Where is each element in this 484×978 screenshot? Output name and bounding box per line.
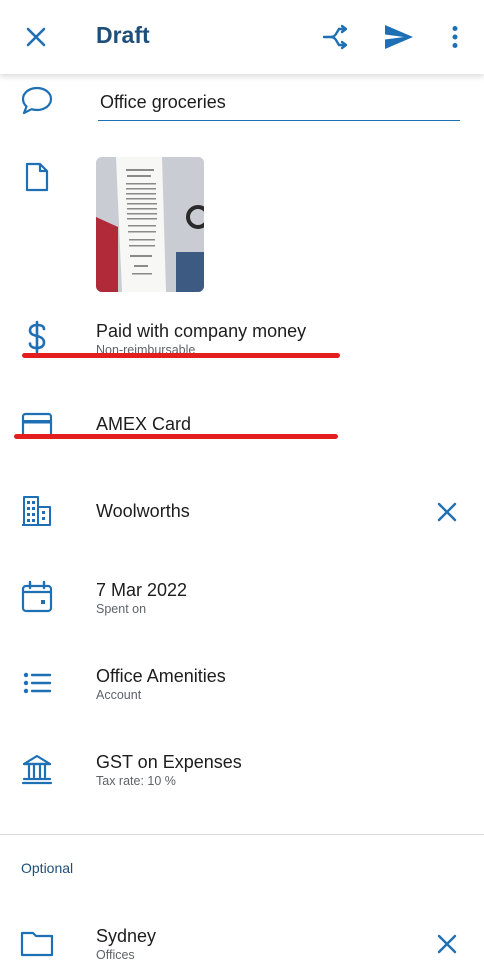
more-vert-icon[interactable] — [440, 0, 470, 74]
clear-location-icon[interactable] — [430, 927, 464, 961]
document-icon — [18, 158, 56, 196]
dollar-icon — [18, 318, 56, 356]
comment-icon — [18, 82, 56, 120]
section-divider — [0, 834, 484, 835]
app-bar: Draft — [0, 0, 484, 74]
merchant-label: Woolworths — [96, 501, 190, 521]
optional-section-label: Optional — [21, 860, 74, 876]
list-icon — [18, 664, 56, 702]
tax-label: GST on Expenses — [96, 752, 242, 772]
building-icon — [18, 492, 56, 530]
clear-merchant-icon[interactable] — [430, 495, 464, 529]
bank-icon — [18, 750, 56, 788]
account-sublabel: Account — [96, 688, 142, 702]
close-icon[interactable] — [14, 0, 58, 74]
location-row[interactable]: Sydney Offices — [0, 924, 484, 964]
date-label: 7 Mar 2022 — [96, 580, 188, 600]
account-label: Office Amenities — [96, 666, 226, 686]
tax-row[interactable]: GST on Expenses Tax rate: 10 % — [0, 750, 484, 790]
calendar-icon — [18, 578, 56, 616]
card-label: AMEX Card — [96, 414, 192, 434]
split-icon[interactable] — [316, 0, 354, 74]
folder-icon — [18, 924, 56, 962]
tax-sublabel: Tax rate: 10 % — [96, 774, 176, 788]
payment-row[interactable]: Paid with company money Non-reimbursable — [0, 318, 484, 358]
location-label: Sydney — [96, 926, 157, 946]
receipt-row — [0, 158, 484, 198]
date-sublabel: Spent on — [96, 602, 147, 616]
merchant-row[interactable]: Woolworths — [0, 492, 484, 532]
red-underline-annotation — [14, 434, 338, 439]
location-sublabel: Offices — [96, 948, 135, 962]
date-row[interactable]: 7 Mar 2022 Spent on — [0, 578, 484, 618]
payment-label: Paid with company money — [96, 321, 307, 341]
receipt-thumbnail[interactable] — [96, 157, 204, 292]
account-row[interactable]: Office Amenities Account — [0, 664, 484, 704]
description-input[interactable] — [98, 88, 460, 121]
page-title: Draft — [96, 22, 150, 48]
send-icon[interactable] — [380, 0, 418, 74]
red-underline-annotation — [22, 353, 340, 358]
